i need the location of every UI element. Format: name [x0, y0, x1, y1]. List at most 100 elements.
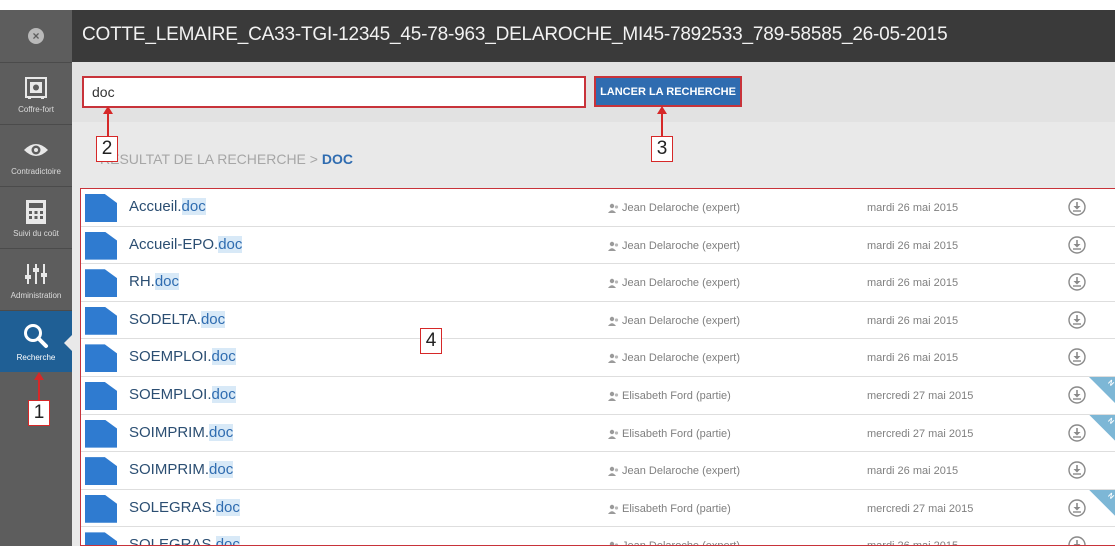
new-badge: N [1089, 414, 1115, 441]
file-name-highlight: doc [218, 235, 243, 253]
download-icon[interactable] [1067, 197, 1087, 217]
sidebar-item-suivi-du-cout[interactable]: Suivi du coût [0, 186, 72, 248]
download-icon[interactable] [1067, 423, 1087, 443]
app-window: × Coffre-fort Contradictoire Suivi du co… [0, 0, 1115, 546]
user-icon [608, 316, 619, 326]
user-icon [608, 203, 619, 213]
header-bar: COTTE_LEMAIRE_CA33-TGI-12345_45-78-963_D… [72, 10, 1115, 62]
file-date: mardi 26 mai 2015 [867, 277, 959, 290]
sidebar-item-administration[interactable]: Administration [0, 248, 72, 310]
file-name-link[interactable]: SOEMPLOI.doc [129, 385, 236, 403]
download-icon[interactable] [1067, 272, 1087, 292]
file-author: Jean Delaroche (expert) [608, 277, 740, 289]
file-name-link[interactable]: RH.doc [129, 273, 180, 291]
file-name-highlight: doc [154, 273, 180, 291]
file-name-link[interactable]: Accueil.doc [129, 198, 206, 215]
sidebar-item-coffre-fort[interactable]: Coffre-fort [0, 62, 72, 124]
new-badge-label: N [1106, 491, 1115, 501]
breadcrumb: RÉSULTAT DE LA RECHERCHE > DOC [100, 151, 353, 167]
user-icon [608, 504, 619, 514]
document-icon [85, 231, 117, 260]
download-icon[interactable] [1067, 535, 1087, 546]
eye-icon [22, 136, 50, 164]
file-name-link[interactable]: SOLEGRAS.doc [129, 536, 240, 546]
annotation-arrow-2 [103, 106, 113, 136]
download-icon[interactable] [1067, 347, 1087, 367]
file-name-link[interactable]: Accueil-EPO.doc [129, 235, 243, 253]
file-author-name: Jean Delaroche (expert) [622, 352, 741, 365]
file-date: mardi 26 mai 2015 [867, 202, 959, 214]
file-name-highlight: doc [209, 461, 234, 479]
download-icon[interactable] [1067, 498, 1087, 518]
download-icon[interactable] [1067, 385, 1087, 405]
document-icon [85, 419, 117, 448]
annotation-label-1: 1 [28, 400, 50, 426]
file-name-base: SOIMPRIM. [129, 423, 210, 441]
search-icon [22, 322, 50, 350]
file-name-base: SOIMPRIM. [129, 461, 210, 479]
close-icon: × [28, 28, 44, 44]
sidebar-item-contradictoire[interactable]: Contradictoire [0, 124, 72, 186]
results-list: Accueil.doc Jean Delaroche (expert) mardi … [80, 188, 1115, 546]
file-name-highlight: doc [215, 536, 240, 545]
search-input[interactable] [82, 76, 586, 108]
sidebar-item-label: Recherche [16, 352, 56, 362]
file-name-highlight: doc [211, 385, 236, 403]
file-date: mardi 26 mai 2015 [867, 540, 958, 545]
document-icon [85, 269, 117, 298]
file-author: Jean Delaroche (expert) [608, 202, 740, 214]
sidebar-item-label: Contradictoire [11, 166, 61, 176]
user-icon [608, 391, 619, 401]
sidebar-item-recherche[interactable]: Recherche [0, 310, 72, 372]
search-bar: LANCER LA RECHERCHE [72, 62, 1115, 122]
user-icon [608, 429, 619, 439]
result-row[interactable]: RH.doc Jean Delaroche (expert) mardi 26 ma… [81, 264, 1115, 302]
top-strip [0, 0, 1115, 10]
user-icon [608, 241, 619, 251]
result-row[interactable]: SOEMPLOI.doc Jean Delaroche (expert) mardi… [81, 339, 1115, 377]
result-row[interactable]: SOLEGRAS.doc Elisabeth Ford (partie) mercr… [81, 489, 1115, 528]
annotation-label-4: 4 [420, 328, 442, 354]
result-row[interactable]: Accueil.doc Jean Delaroche (expert) mardi … [81, 189, 1115, 227]
search-button[interactable]: LANCER LA RECHERCHE [594, 76, 742, 107]
file-author: Jean Delaroche (expert) [608, 240, 740, 252]
file-author-name: Jean Delaroche (expert) [622, 202, 741, 214]
file-name-link[interactable]: SODELTA.doc [129, 310, 226, 328]
annotation-arrow-3 [657, 106, 667, 136]
new-badge-label: N [1106, 416, 1115, 426]
file-author-name: Elisabeth Ford (partie) [622, 502, 731, 515]
download-icon[interactable] [1067, 460, 1087, 480]
document-icon [85, 306, 117, 335]
file-name-link[interactable]: SOIMPRIM.doc [129, 461, 234, 479]
file-author-name: Jean Delaroche (expert) [622, 277, 741, 290]
file-name-link[interactable]: SOIMPRIM.doc [129, 423, 234, 441]
file-author-name: Elisabeth Ford (partie) [622, 389, 731, 402]
result-row[interactable]: SOIMPRIM.doc Elisabeth Ford (partie) mercr… [81, 414, 1115, 453]
close-button[interactable]: × [0, 10, 72, 62]
file-author-name: Jean Delaroche (expert) [622, 540, 740, 545]
result-row[interactable]: SOEMPLOI.doc Elisabeth Ford (partie) mercr… [81, 376, 1115, 415]
result-row[interactable]: SODELTA.doc Jean Delaroche (expert) mardi … [81, 301, 1115, 340]
download-icon[interactable] [1067, 310, 1087, 330]
new-badge: N [1089, 376, 1115, 403]
file-author: Elisabeth Ford (partie) [608, 428, 731, 440]
breadcrumb-term[interactable]: DOC [322, 151, 353, 167]
annotation-label-2: 2 [96, 136, 118, 162]
file-date: mardi 26 mai 2015 [867, 352, 959, 365]
file-name-link[interactable]: SOLEGRAS.doc [129, 498, 240, 516]
file-name-base: RH. [129, 273, 155, 291]
active-caret [64, 335, 72, 351]
file-author-name: Jean Delaroche (expert) [622, 465, 741, 478]
file-name-base: Accueil. [129, 198, 182, 215]
file-name-highlight: doc [209, 423, 234, 441]
file-name-base: SOLEGRAS. [129, 536, 216, 546]
result-row[interactable]: Accueil-EPO.doc Jean Delaroche (expert) ma… [81, 226, 1115, 265]
download-icon[interactable] [1067, 235, 1087, 255]
file-author: Jean Delaroche (expert) [608, 352, 740, 364]
result-row[interactable]: SOLEGRAS.doc Jean Delaroche (expert) mardi… [81, 527, 1115, 546]
file-author: Jean Delaroche (expert) [608, 540, 740, 545]
user-icon [608, 354, 619, 364]
result-row[interactable]: SOIMPRIM.doc Jean Delaroche (expert) mardi… [81, 452, 1115, 490]
file-name-link[interactable]: SOEMPLOI.doc [129, 348, 236, 366]
file-name-base: SOLEGRAS. [129, 498, 216, 516]
